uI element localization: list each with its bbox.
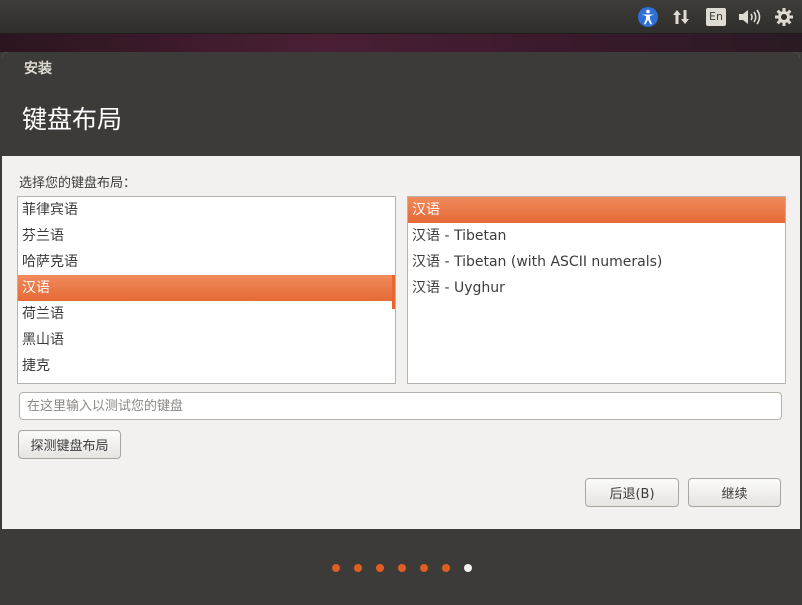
list-item[interactable]: 芬兰语 [18, 223, 395, 249]
keyboard-test-input[interactable] [19, 392, 782, 420]
progress-dot [332, 564, 340, 572]
progress-dot [420, 564, 428, 572]
progress-dot [398, 564, 406, 572]
scrollbar-thumb[interactable] [392, 275, 395, 309]
list-item[interactable]: 汉语 - Uyghur [408, 275, 785, 301]
list-item-selected[interactable]: 汉语 [408, 197, 785, 223]
layout-prompt: 选择您的键盘布局： [19, 176, 137, 191]
continue-button[interactable]: 继续 [688, 478, 781, 507]
list-item[interactable]: 哈萨克语 [18, 249, 395, 275]
keyboard-layout-label: En [706, 8, 726, 26]
window-header: 安装 键盘布局 [2, 52, 800, 156]
list-item[interactable]: 捷克 [18, 353, 395, 379]
desktop-background [0, 34, 802, 52]
window-title: 安装 [24, 61, 52, 77]
detect-layout-button[interactable]: 探测键盘布局 [18, 430, 121, 459]
list-item-selected[interactable]: 汉语 [18, 275, 395, 301]
progress-dot [442, 564, 450, 572]
keyboard-layout-indicator[interactable]: En [704, 6, 728, 28]
progress-dot-current [464, 564, 472, 572]
back-button[interactable]: 后退(B) [585, 478, 679, 507]
language-list[interactable]: 菲律宾语 芬兰语 哈萨克语 汉语 荷兰语 黑山语 捷克 [17, 196, 396, 384]
list-item[interactable]: 黑山语 [18, 327, 395, 353]
network-arrows-icon[interactable] [671, 6, 691, 28]
list-item[interactable]: 汉语 - Tibetan (with ASCII numerals) [408, 249, 785, 275]
list-item[interactable]: 汉语 - Tibetan [408, 223, 785, 249]
progress-dot [354, 564, 362, 572]
installer-window: 安装 键盘布局 选择您的键盘布局： 菲律宾语 芬兰语 哈萨克语 汉语 荷兰语 黑… [2, 52, 800, 529]
top-panel: En [0, 0, 802, 34]
gear-icon[interactable] [773, 6, 795, 28]
volume-icon[interactable] [737, 6, 761, 28]
universal-access-icon[interactable] [637, 6, 659, 28]
list-item[interactable]: 菲律宾语 [18, 197, 395, 223]
variant-list[interactable]: 汉语 汉语 - Tibetan 汉语 - Tibetan (with ASCII… [407, 196, 786, 384]
progress-dot [376, 564, 384, 572]
page-title: 键盘布局 [22, 105, 123, 134]
list-item[interactable]: 荷兰语 [18, 301, 395, 327]
